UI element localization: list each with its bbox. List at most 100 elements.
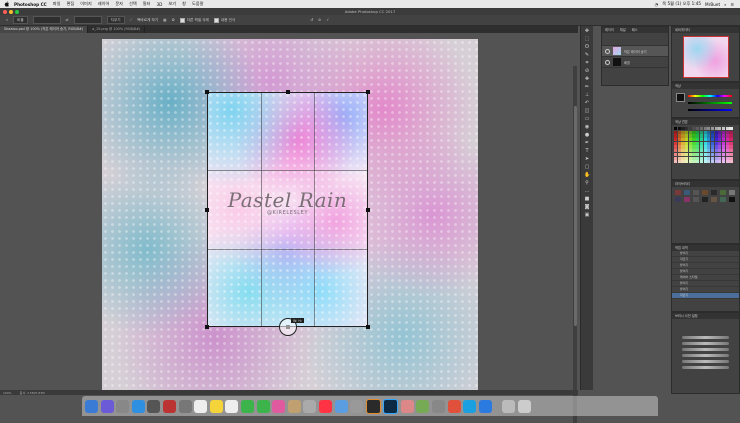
- library-item[interactable]: [720, 190, 726, 195]
- library-item[interactable]: [729, 197, 735, 202]
- scrollbar-thumb[interactable]: [573, 106, 577, 326]
- apple-icon[interactable]: [4, 1, 10, 7]
- move-tool-icon[interactable]: ✥: [584, 28, 590, 34]
- books-icon[interactable]: [287, 399, 301, 413]
- crop-handle-right[interactable]: [366, 207, 370, 212]
- straighten-label[interactable]: 똑바르게 하기: [137, 18, 158, 23]
- brush-preset[interactable]: [682, 342, 729, 345]
- settings-gear-icon[interactable]: ⚙: [172, 18, 175, 22]
- menu-view[interactable]: 보기: [168, 1, 176, 7]
- crop-handle-top-left[interactable]: [205, 90, 209, 94]
- stamp-tool-icon[interactable]: ⊥: [584, 92, 590, 98]
- swap-icon[interactable]: ⇄: [66, 18, 69, 22]
- navigator-preview[interactable]: [682, 36, 729, 78]
- menu-select[interactable]: 선택: [129, 1, 137, 7]
- brush-preset[interactable]: [682, 360, 729, 363]
- tab-document-2[interactable]: a_15.png @ 100% (RGB/8#): [88, 26, 146, 33]
- layer-name[interactable]: 배경: [624, 60, 630, 65]
- app-icon[interactable]: [400, 399, 414, 413]
- path-select-tool-icon[interactable]: ➤: [584, 156, 590, 162]
- menu-help[interactable]: 도움말: [192, 1, 204, 7]
- word-icon[interactable]: [478, 399, 492, 413]
- crop-tool-icon[interactable]: ⌗: [6, 18, 8, 22]
- crop-tool-icon[interactable]: ⌗: [584, 60, 590, 66]
- menu-type[interactable]: 문자: [115, 1, 123, 7]
- contacts-icon[interactable]: [178, 399, 192, 413]
- canvas-workarea[interactable]: Pastel Rain @KIRELESLEY: [0, 33, 578, 423]
- cancel-icon[interactable]: ⊘: [318, 18, 321, 22]
- pen-tool-icon[interactable]: ✒: [584, 140, 590, 146]
- tab-layers[interactable]: 레이어: [605, 27, 614, 33]
- crop-handle-top-right[interactable]: [366, 90, 370, 94]
- siri-icon[interactable]: [100, 399, 114, 413]
- calendar-icon[interactable]: [194, 399, 208, 413]
- shape-tool-icon[interactable]: ▢: [584, 164, 590, 170]
- commit-check-icon[interactable]: ✓: [326, 18, 329, 22]
- trash-icon[interactable]: [518, 399, 532, 413]
- dodge-tool-icon[interactable]: ●: [584, 132, 590, 138]
- library-item[interactable]: [684, 197, 690, 202]
- history-item-selected[interactable]: 자르기: [672, 293, 739, 299]
- acrobat-icon[interactable]: [162, 399, 176, 413]
- menu-layer[interactable]: 레이어: [98, 1, 110, 7]
- app-icon[interactable]: [416, 399, 430, 413]
- downloads-folder-icon[interactable]: [502, 399, 516, 413]
- photoshop-icon[interactable]: [383, 398, 399, 414]
- color-title[interactable]: 색상: [672, 83, 739, 89]
- brush-size-area[interactable]: [672, 319, 739, 333]
- menu-list-icon[interactable]: ≡: [730, 2, 734, 7]
- library-item[interactable]: [702, 197, 708, 202]
- menu-edit[interactable]: 편집: [66, 1, 74, 7]
- reminders-icon[interactable]: [225, 399, 239, 413]
- swatch-grid[interactable]: [672, 125, 739, 165]
- tab-channels[interactable]: 채널: [620, 27, 626, 33]
- grid-overlay-icon[interactable]: ▦: [163, 18, 166, 22]
- brush-tool-icon[interactable]: ✏: [584, 84, 590, 90]
- red-slider[interactable]: [688, 95, 732, 97]
- menu-image[interactable]: 이미지: [80, 1, 92, 7]
- library-item[interactable]: [693, 190, 699, 195]
- launchpad-icon[interactable]: [116, 399, 130, 413]
- brush-preset[interactable]: [682, 348, 729, 351]
- history-brush-tool-icon[interactable]: ↶: [584, 100, 590, 106]
- library-item[interactable]: [711, 197, 717, 202]
- content-aware-checkbox[interactable]: 내용 인식: [213, 17, 235, 23]
- finder-icon[interactable]: [85, 399, 98, 413]
- quick-mask-icon[interactable]: ◙: [584, 204, 590, 210]
- hand-tool-icon[interactable]: ✋: [584, 172, 590, 178]
- layer-row[interactable]: 배경: [602, 57, 668, 68]
- illustrator-icon[interactable]: [365, 398, 381, 414]
- quick-select-tool-icon[interactable]: ✎: [584, 52, 590, 58]
- navigator-title[interactable]: 네비게이터: [672, 27, 739, 33]
- brush-preset[interactable]: [682, 336, 729, 339]
- crop-handle-bottom-left[interactable]: [205, 325, 209, 329]
- crop-handle-bottom-right[interactable]: [366, 325, 370, 329]
- maps-icon[interactable]: [303, 399, 317, 413]
- menu-filter[interactable]: 필터: [143, 1, 151, 7]
- user-name[interactable]: MrBuet: [705, 2, 720, 7]
- zoom-tool-icon[interactable]: ⚲: [584, 180, 590, 186]
- ratio-width-input[interactable]: [32, 16, 61, 24]
- visibility-eye-icon[interactable]: [605, 59, 610, 65]
- crop-handle-left[interactable]: [205, 207, 209, 212]
- app-icon[interactable]: [447, 399, 461, 413]
- messages-icon[interactable]: [240, 399, 254, 413]
- eyedropper-tool-icon[interactable]: ⊘: [584, 68, 590, 74]
- screen-mode-icon[interactable]: ▣: [584, 212, 590, 218]
- app-store-icon[interactable]: [334, 399, 348, 413]
- layer-name[interactable]: 작은 레이어 송기: [624, 49, 647, 54]
- menu-app-name[interactable]: Photoshop CC: [14, 2, 47, 7]
- tab-document-1[interactable]: Shaaloo.psd @ 100% (작은 레이어 송기, RGB/8#): [0, 26, 89, 33]
- blur-tool-icon[interactable]: ◉: [584, 124, 590, 130]
- healing-tool-icon[interactable]: ✚: [584, 76, 590, 82]
- crop-handle-top[interactable]: [285, 90, 290, 94]
- reset-icon[interactable]: ↺: [310, 18, 313, 22]
- green-slider[interactable]: [688, 102, 732, 104]
- wifi-icon[interactable]: ◔: [655, 2, 659, 7]
- app-icon[interactable]: [432, 399, 446, 413]
- visibility-eye-icon[interactable]: [605, 48, 610, 54]
- library-item[interactable]: [729, 190, 735, 195]
- menu-file[interactable]: 파일: [53, 1, 61, 7]
- close-window-button[interactable]: [3, 9, 7, 14]
- color-swatch-icon[interactable]: ■: [584, 196, 590, 202]
